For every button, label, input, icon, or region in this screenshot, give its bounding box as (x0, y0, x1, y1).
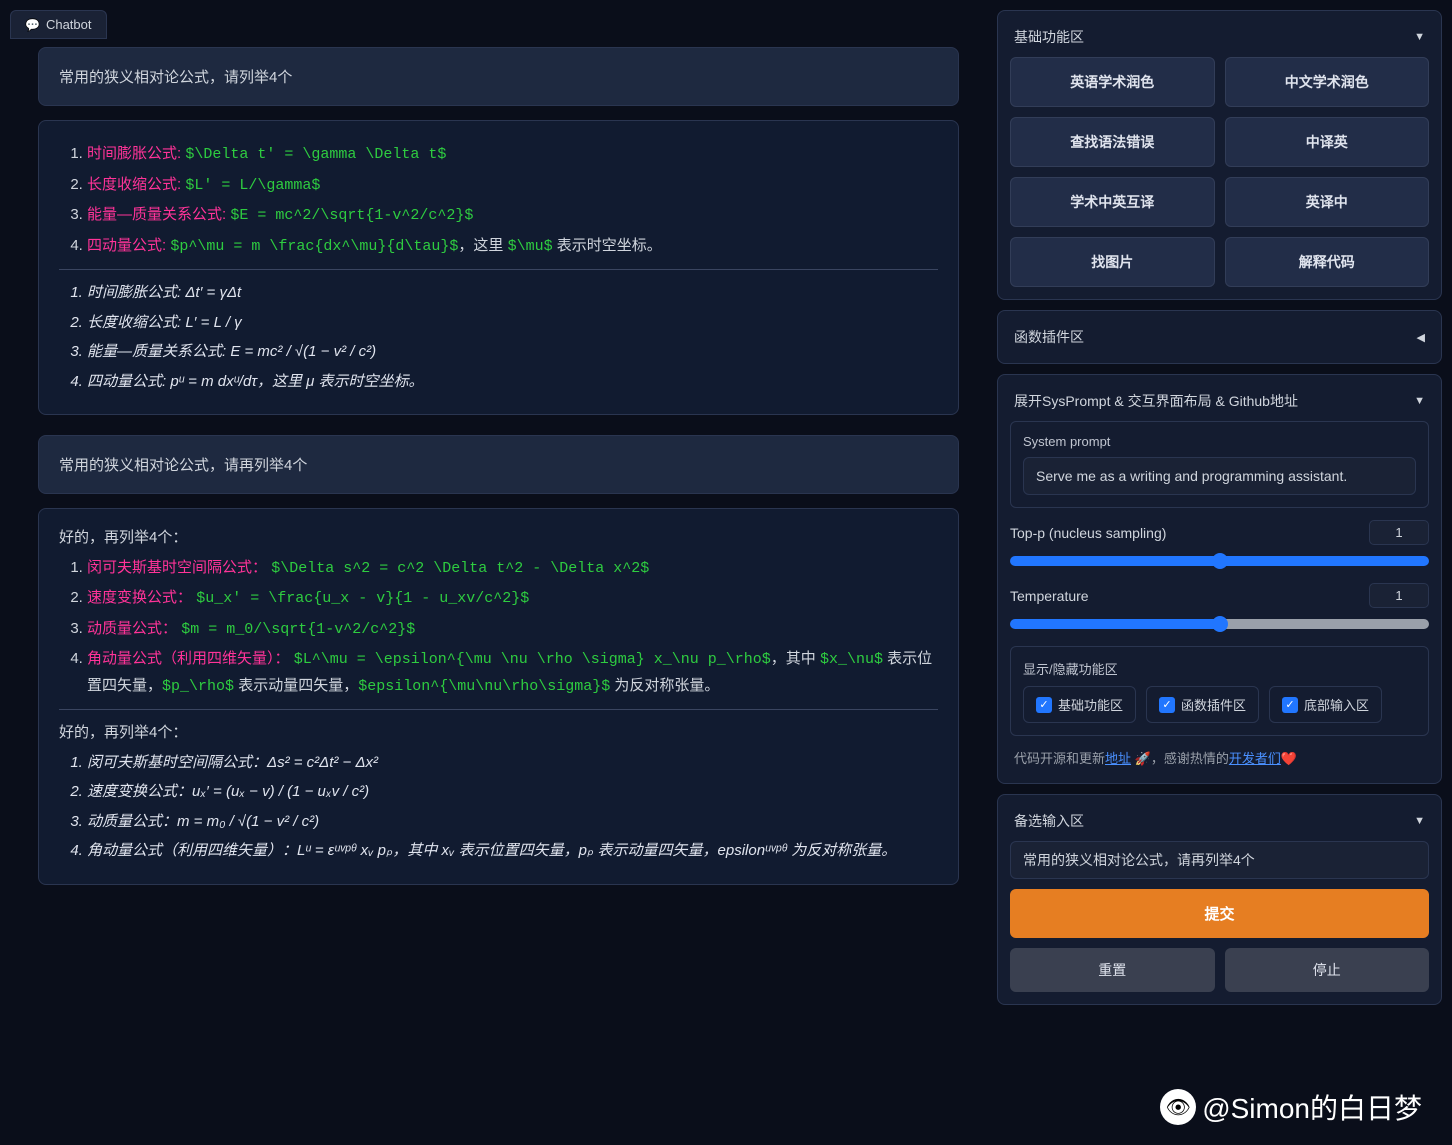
source-link[interactable]: 地址 (1105, 751, 1131, 766)
chevron-down-icon: ▼ (1414, 815, 1425, 827)
reset-button[interactable]: 重置 (1010, 948, 1215, 992)
toggle-label: 显示/隐藏功能区 (1023, 659, 1416, 678)
bot-message: 好的，再列举4个： 闵可夫斯基时空间隔公式： $\Delta s^2 = c^2… (38, 508, 959, 885)
panel-header-plugin[interactable]: 函数插件区 ◀ (1010, 323, 1429, 351)
chevron-left-icon: ◀ (1417, 331, 1425, 344)
check-icon: ✓ (1282, 697, 1298, 713)
check-icon: ✓ (1036, 697, 1052, 713)
temperature-slider[interactable] (1010, 619, 1429, 629)
alt-input-field[interactable] (1010, 841, 1429, 879)
panel-header-sys[interactable]: 展开SysPrompt & 交互界面布局 & Github地址 ▼ (1010, 387, 1429, 421)
check-bottom-input[interactable]: ✓底部输入区 (1269, 686, 1382, 723)
temperature-label: Temperature (1010, 588, 1089, 604)
topp-value[interactable]: 1 (1369, 520, 1429, 545)
plugin-panel: 函数插件区 ◀ (997, 310, 1442, 364)
temperature-value[interactable]: 1 (1369, 583, 1429, 608)
fn-academic-translate[interactable]: 学术中英互译 (1010, 177, 1215, 227)
fn-find-image[interactable]: 找图片 (1010, 237, 1215, 287)
stop-button[interactable]: 停止 (1225, 948, 1430, 992)
bot-message: 时间膨胀公式: $\Delta t' = \gamma \Delta t$ 长度… (38, 120, 959, 415)
chevron-down-icon: ▼ (1414, 395, 1425, 407)
submit-button[interactable]: 提交 (1010, 889, 1429, 938)
system-prompt-input[interactable] (1023, 457, 1416, 495)
fn-explain-code[interactable]: 解释代码 (1225, 237, 1430, 287)
tab-chatbot[interactable]: 💬 Chatbot (10, 10, 107, 39)
check-icon: ✓ (1159, 697, 1175, 713)
fn-zh-to-en[interactable]: 中译英 (1225, 117, 1430, 167)
check-basic[interactable]: ✓基础功能区 (1023, 686, 1136, 723)
sysprompt-panel: 展开SysPrompt & 交互界面布局 & Github地址 ▼ System… (997, 374, 1442, 784)
fn-en-to-zh[interactable]: 英译中 (1225, 177, 1430, 227)
devs-link[interactable]: 开发者们 (1229, 751, 1281, 766)
topp-label: Top-p (nucleus sampling) (1010, 525, 1166, 541)
chat-icon: 💬 (25, 18, 40, 32)
alt-input-panel: 备选输入区 ▼ 提交 重置 停止 (997, 794, 1442, 1005)
panel-header-basic[interactable]: 基础功能区 ▼ (1010, 23, 1429, 57)
panel-header-alt-input[interactable]: 备选输入区 ▼ (1010, 807, 1429, 841)
tab-label: Chatbot (46, 17, 92, 32)
check-plugin[interactable]: ✓函数插件区 (1146, 686, 1259, 723)
tab-bar: 💬 Chatbot (10, 10, 987, 39)
chevron-down-icon: ▼ (1414, 31, 1425, 43)
user-message: 常用的狭义相对论公式，请列举4个 (38, 47, 959, 106)
user-message: 常用的狭义相对论公式，请再列举4个 (38, 435, 959, 494)
fn-chinese-polish[interactable]: 中文学术润色 (1225, 57, 1430, 107)
basic-functions-panel: 基础功能区 ▼ 英语学术润色 中文学术润色 查找语法错误 中译英 学术中英互译 … (997, 10, 1442, 300)
fn-english-polish[interactable]: 英语学术润色 (1010, 57, 1215, 107)
topp-slider[interactable] (1010, 556, 1429, 566)
footer-text: 代码开源和更新地址 🚀，感谢热情的开发者们❤️ (1010, 744, 1429, 771)
fn-grammar-check[interactable]: 查找语法错误 (1010, 117, 1215, 167)
system-prompt-label: System prompt (1023, 434, 1416, 449)
chat-area: 常用的狭义相对论公式，请列举4个 时间膨胀公式: $\Delta t' = \g… (10, 47, 987, 1135)
